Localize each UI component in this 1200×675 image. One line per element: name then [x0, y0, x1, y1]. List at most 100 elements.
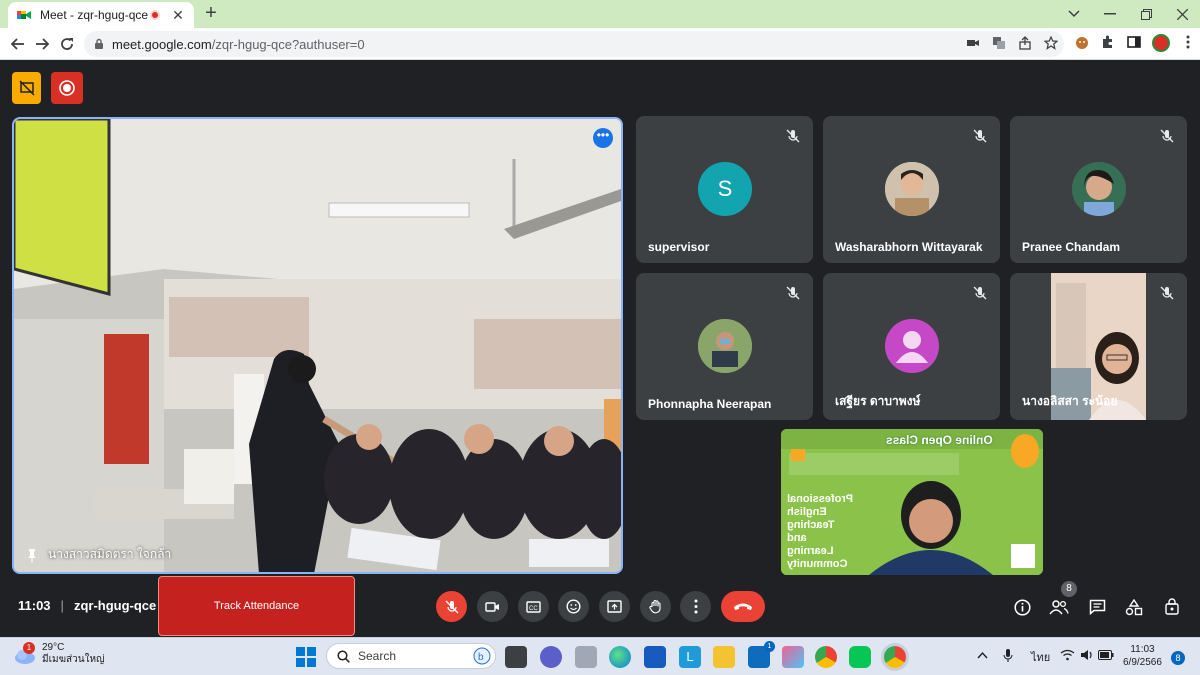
- side-panel-icon[interactable]: [1126, 34, 1142, 50]
- hang-up-icon: [734, 603, 752, 610]
- info-icon: [1013, 598, 1031, 616]
- meet-top-indicators: [12, 72, 83, 104]
- show-hidden-icons-chevron-icon[interactable]: [977, 651, 988, 659]
- profile-avatar[interactable]: [1152, 34, 1170, 52]
- weather-widget[interactable]: 1 29°C มีเมฆส่วนใหญ่: [14, 642, 105, 666]
- meeting-info-separator: |: [60, 598, 64, 613]
- forward-button[interactable]: [30, 32, 54, 56]
- mail-app-icon[interactable]: 1: [748, 641, 775, 668]
- self-view-word: Learning: [787, 545, 834, 557]
- participant-tile-alissa[interactable]: นางอลิสสา ระน้อย: [1010, 273, 1187, 420]
- svg-text:b: b: [478, 652, 484, 663]
- widgets-app-icon[interactable]: [575, 646, 597, 668]
- tab-search-chevron-icon[interactable]: [1056, 0, 1092, 28]
- windows-taskbar: 1 29°C มีเมฆส่วนใหญ่ Search b L 1 ไทย 11…: [0, 637, 1200, 675]
- more-options-button[interactable]: [680, 591, 711, 622]
- recording-indicator[interactable]: [51, 72, 83, 104]
- participant-tile-pranee[interactable]: Pranee Chandam: [1010, 116, 1187, 263]
- participant-tile-satian[interactable]: เสฐียร ดาบาพงษ์: [823, 273, 1000, 420]
- raise-hand-button[interactable]: [640, 591, 671, 622]
- bookmark-star-icon[interactable]: [1044, 36, 1058, 50]
- self-view-tile[interactable]: Online Open Class Professional English T…: [781, 429, 1043, 575]
- chat-button[interactable]: [1086, 596, 1108, 618]
- participant-name: เสฐียร ดาบาพงษ์: [835, 394, 921, 408]
- file-explorer-icon[interactable]: [713, 646, 735, 668]
- chrome-active-app-icon[interactable]: [884, 646, 906, 668]
- self-view-word: Teaching: [787, 519, 835, 531]
- back-button[interactable]: [6, 32, 30, 56]
- snipping-tool-icon[interactable]: [782, 646, 804, 668]
- url-host: meet.google.com: [112, 36, 212, 52]
- participant-tile-washarabhorn[interactable]: Washarabhorn Wittayarak: [823, 116, 1000, 263]
- minimize-button[interactable]: [1092, 0, 1128, 28]
- participant-tile-supervisor[interactable]: S supervisor: [636, 116, 813, 263]
- teams-chat-icon[interactable]: [540, 646, 562, 668]
- microphone-in-use-icon[interactable]: [1003, 648, 1013, 663]
- word-app-icon[interactable]: [644, 646, 666, 668]
- present-screen-icon: [607, 600, 622, 613]
- reload-button[interactable]: [55, 32, 79, 56]
- extension-fox-icon[interactable]: [1074, 34, 1090, 50]
- tab-close-button[interactable]: ✕: [170, 7, 186, 24]
- captions-off-indicator[interactable]: [12, 72, 41, 104]
- mic-off-icon: [783, 283, 803, 303]
- task-view-icon[interactable]: [505, 646, 527, 668]
- pin-icon[interactable]: [26, 548, 38, 562]
- share-icon[interactable]: [1018, 36, 1032, 50]
- participant-tile-phonnapha[interactable]: Phonnapha Neerapan: [636, 273, 813, 420]
- mail-badge: 1: [764, 641, 775, 652]
- chrome-menu-icon[interactable]: [1180, 34, 1196, 50]
- weather-description: มีเมฆส่วนใหญ่: [42, 654, 105, 665]
- line-app-l-icon[interactable]: L: [679, 646, 701, 668]
- activities-shapes-icon: [1125, 598, 1143, 615]
- host-controls-lock-icon: [1165, 598, 1179, 615]
- edge-browser-icon[interactable]: [609, 646, 631, 668]
- search-icon: [337, 649, 350, 663]
- track-attendance-button[interactable]: Track Attendance: [158, 576, 355, 636]
- reactions-button[interactable]: [558, 591, 589, 622]
- leave-call-button[interactable]: [721, 591, 765, 622]
- window-close-button[interactable]: [1164, 0, 1200, 28]
- present-screen-button[interactable]: [599, 591, 630, 622]
- taskbar-clock[interactable]: 11:03 6/9/2566: [1123, 643, 1162, 669]
- new-tab-button[interactable]: +: [200, 3, 222, 25]
- clock-time: 11:03: [1130, 644, 1155, 655]
- host-controls-button[interactable]: [1161, 596, 1183, 618]
- mic-off-icon: [445, 600, 458, 613]
- people-icon: [1049, 599, 1069, 614]
- emoji-icon: [566, 599, 581, 614]
- speaker-icon[interactable]: [1080, 649, 1094, 661]
- meeting-details-button[interactable]: [1011, 596, 1033, 618]
- browser-tab-meet[interactable]: Meet - zqr-hgug-qce ✕: [8, 2, 194, 28]
- meeting-code: zqr-hgug-qce: [73, 598, 157, 613]
- chrome-app-icon[interactable]: [815, 646, 837, 668]
- people-button[interactable]: [1048, 596, 1070, 618]
- self-view-word: Community: [787, 558, 848, 570]
- battery-icon[interactable]: [1098, 650, 1114, 660]
- line-app-icon[interactable]: [849, 646, 871, 668]
- self-view-word: English: [787, 506, 827, 518]
- activities-button[interactable]: [1123, 596, 1145, 618]
- participant-name: นางอลิสสา ระน้อย: [1022, 394, 1118, 408]
- address-bar[interactable]: meet.google.com/zqr-hgug-qce?authuser=0: [84, 31, 1064, 57]
- extensions-puzzle-icon[interactable]: [1100, 34, 1116, 50]
- weather-alert-badge: 1: [23, 642, 35, 654]
- main-video-tile[interactable]: ••• นางสาวสมิดตรา ใจกล้า: [12, 117, 623, 574]
- restore-button[interactable]: [1128, 0, 1164, 28]
- windows-start-icon[interactable]: [296, 647, 316, 667]
- url-path: /zqr-hgug-qce?authuser=0: [211, 36, 365, 52]
- taskbar-search-box[interactable]: Search b: [326, 643, 496, 669]
- avatar-photo: [885, 162, 939, 216]
- wifi-icon[interactable]: [1060, 649, 1075, 661]
- tile-more-options-button[interactable]: •••: [593, 128, 613, 148]
- camera-in-use-icon[interactable]: [966, 36, 980, 50]
- camera-toggle-button[interactable]: [477, 591, 508, 622]
- tab-strip: Meet - zqr-hgug-qce ✕ +: [0, 0, 1200, 28]
- microphone-toggle-button[interactable]: [436, 591, 467, 622]
- lock-icon: [95, 38, 103, 49]
- screen-off-icon: [18, 80, 35, 96]
- notification-count-badge[interactable]: 8: [1171, 651, 1185, 665]
- translate-icon[interactable]: [992, 36, 1006, 50]
- input-language-indicator[interactable]: ไทย: [1031, 648, 1050, 666]
- captions-button[interactable]: CC: [518, 591, 549, 622]
